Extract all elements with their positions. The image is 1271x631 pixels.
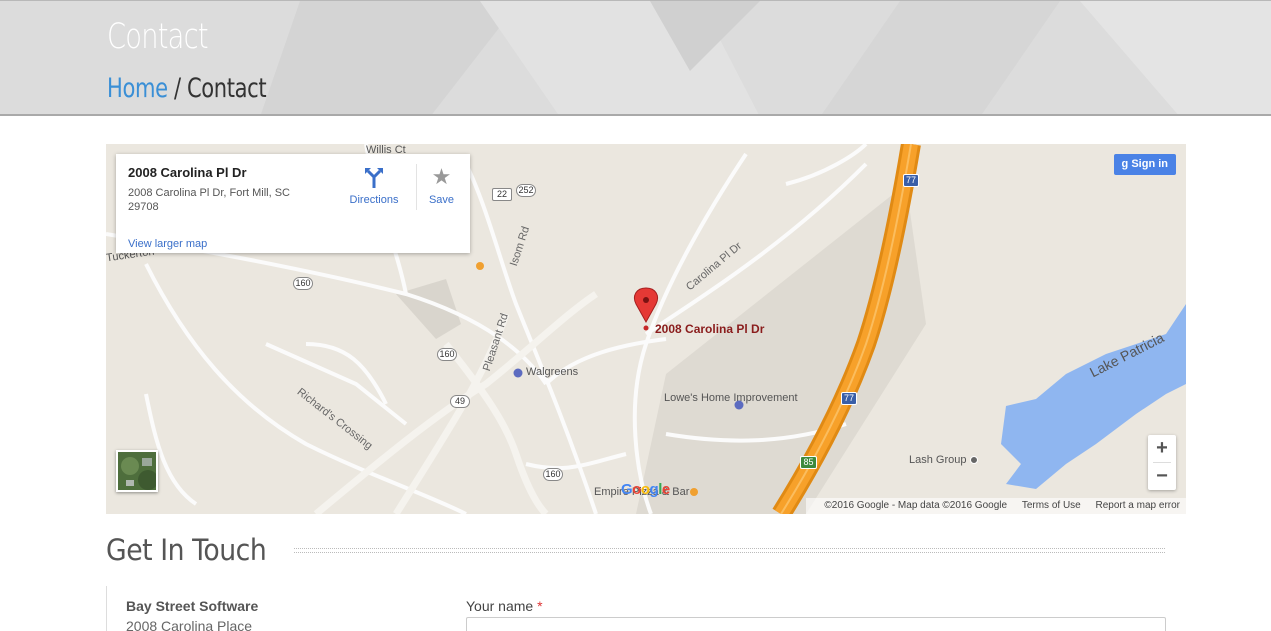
- interstate-shield-77: 77: [903, 174, 919, 187]
- name-field-label: Your name *: [466, 598, 543, 614]
- breadcrumb-separator: /: [173, 73, 181, 104]
- zoom-out-button[interactable]: −: [1148, 463, 1176, 490]
- section-title: Get In Touch: [106, 533, 267, 567]
- page-title: Contact: [107, 17, 209, 57]
- company-street: 2008 Carolina Place: [126, 618, 253, 631]
- directions-button[interactable]: Directions: [344, 164, 404, 206]
- section-divider: [294, 548, 1165, 553]
- route-shield-22: 22: [492, 188, 512, 201]
- zoom-controls: + −: [1148, 435, 1176, 490]
- route-shield-160: 160: [293, 277, 313, 290]
- view-larger-map-link[interactable]: View larger map: [128, 238, 207, 250]
- pin-label: 2008 Carolina Pl Dr: [655, 322, 765, 336]
- google-g-icon: g: [1121, 158, 1132, 170]
- save-label: Save: [428, 194, 455, 206]
- place-address: 2008 Carolina Pl Dr, Fort Mill, SC 29708: [128, 187, 290, 213]
- zoom-in-button[interactable]: +: [1148, 435, 1176, 462]
- google-logo: Google: [621, 481, 670, 498]
- directions-label: Directions: [349, 194, 399, 206]
- company-address-block: Bay Street Software 2008 Carolina Place: [106, 586, 306, 631]
- route-shield-252: 252: [516, 184, 536, 197]
- sign-in-label: Sign in: [1131, 158, 1168, 170]
- report-map-error-link[interactable]: Report a map error: [1096, 500, 1180, 511]
- satellite-view-toggle[interactable]: [116, 450, 158, 492]
- save-button[interactable]: ★ Save: [416, 164, 466, 210]
- page-header-banner: Contact Home / Contact: [0, 0, 1271, 116]
- company-name: Bay Street Software: [126, 598, 259, 614]
- embedded-map[interactable]: Willis Ct Tuckerton Isom Rd Pleasant Rd …: [106, 144, 1186, 514]
- directions-icon: [365, 168, 383, 188]
- interstate-shield-77: 77: [841, 392, 857, 405]
- name-input[interactable]: [466, 617, 1166, 631]
- satellite-thumbnail-icon: [118, 452, 156, 490]
- sign-in-button[interactable]: g Sign in: [1113, 154, 1176, 175]
- breadcrumb: Home / Contact: [107, 73, 267, 104]
- place-title: 2008 Carolina Pl Dr: [128, 165, 247, 180]
- map-label-walgreens: Walgreens: [526, 366, 579, 378]
- map-copyright: ©2016 Google - Map data ©2016 Google: [824, 500, 1008, 511]
- required-marker: *: [537, 598, 543, 614]
- name-label-text: Your name: [466, 598, 534, 614]
- interstate-shield-85: 85: [800, 456, 817, 469]
- route-shield-160: 160: [543, 468, 563, 481]
- map-label-lash-group: Lash Group: [909, 454, 967, 466]
- map-attribution-bar: ©2016 Google - Map data ©2016 Google Ter…: [806, 498, 1186, 514]
- route-shield-160: 160: [437, 348, 457, 361]
- star-icon: ★: [431, 164, 452, 189]
- breadcrumb-current: Contact: [186, 73, 267, 104]
- place-info-card: 2008 Carolina Pl Dr 2008 Carolina Pl Dr,…: [116, 154, 470, 253]
- map-label-lowes: Lowe's Home Improvement: [664, 392, 798, 404]
- route-shield-49: 49: [450, 395, 470, 408]
- terms-of-use-link[interactable]: Terms of Use: [1022, 500, 1081, 511]
- breadcrumb-home-link[interactable]: Home: [107, 73, 168, 104]
